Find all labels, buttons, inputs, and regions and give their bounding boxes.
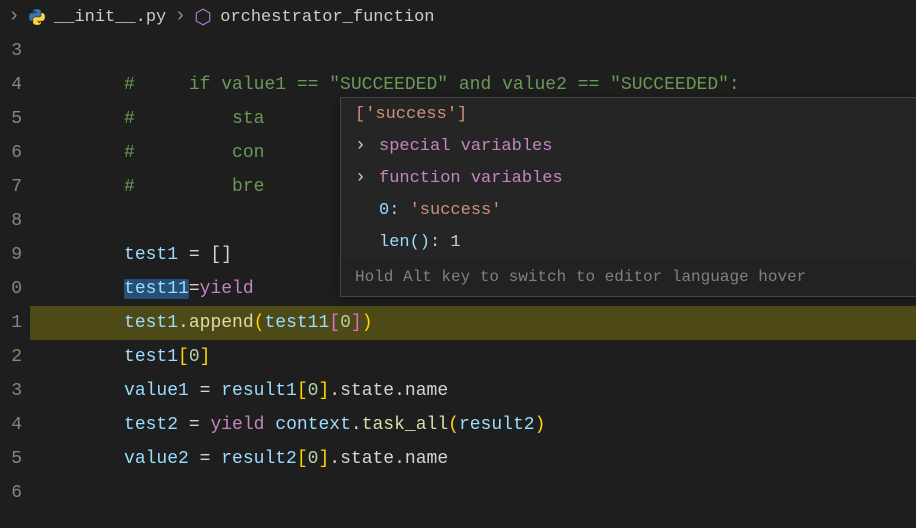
code-area[interactable]: # if value1 == "SUCCEEDED" and value2 ==… <box>30 34 916 528</box>
breadcrumb-file[interactable]: __init__.py <box>54 8 166 27</box>
hover-expand-function[interactable]: › function variables <box>341 162 916 194</box>
function-symbol-icon <box>194 8 212 26</box>
chevron-right-icon: › <box>174 7 186 27</box>
hover-expand-special[interactable]: › special variables <box>341 130 916 162</box>
breadcrumb[interactable]: › __init__.py › orchestrator_function <box>0 0 916 34</box>
breadcrumb-symbol[interactable]: orchestrator_function <box>220 8 434 27</box>
hover-index-entry[interactable]: 0: 'success' <box>341 194 916 226</box>
chevron-right-icon: › <box>8 7 20 27</box>
code-line[interactable] <box>30 476 916 510</box>
line-gutter: 345 678 901 234 56 <box>0 34 30 528</box>
code-line[interactable]: test1[0] <box>30 340 916 374</box>
hover-hint: Hold Alt key to switch to editor languag… <box>341 258 916 296</box>
code-editor[interactable]: 345 678 901 234 56 # if value1 == "SUCCE… <box>0 34 916 528</box>
code-line-highlighted[interactable]: test1.append(test11[0]) <box>30 306 916 340</box>
python-file-icon <box>28 8 46 26</box>
debug-hover-tooltip[interactable]: ['success'] › special variables › functi… <box>340 97 916 297</box>
code-line[interactable] <box>30 34 916 68</box>
code-line[interactable]: value2 = result2[0].state.name <box>30 442 916 476</box>
selected-token[interactable]: test11 <box>124 279 189 299</box>
hover-header: ['success'] <box>341 98 916 130</box>
code-line[interactable]: test2 = yield context.task_all(result2) <box>30 408 916 442</box>
code-line[interactable]: value1 = result1[0].state.name <box>30 374 916 408</box>
chevron-right-icon: › <box>355 168 369 188</box>
chevron-right-icon: › <box>355 136 369 156</box>
hover-len-entry[interactable]: len(): 1 <box>341 226 916 258</box>
